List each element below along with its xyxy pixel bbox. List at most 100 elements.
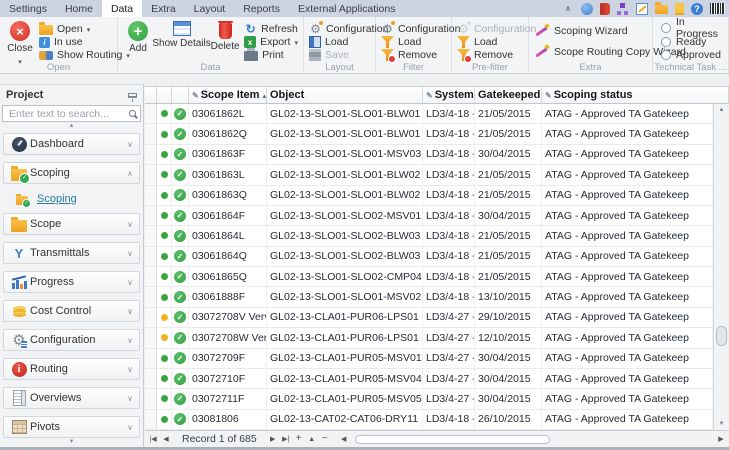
table-row[interactable]: 03081806 GL02-13-CAT02-CAT06-DRY11 ... L… [145, 410, 713, 430]
vertical-scroll-thumb[interactable] [716, 326, 727, 346]
sidebar-item[interactable]: Scope [3, 213, 140, 235]
column-header-system1[interactable]: System 1 [423, 87, 475, 103]
sidebar-item[interactable]: Pivots [3, 416, 140, 438]
prefilter-configuration-button[interactable]: Configuration [455, 22, 538, 35]
funnel-remove-icon [381, 49, 394, 61]
scroll-down-arrow-icon[interactable]: ▼ [714, 418, 729, 430]
horizontal-scroll-thumb[interactable] [355, 435, 550, 444]
gatekeeped-cell: 21/05/2015 [475, 104, 542, 123]
vertical-scrollbar[interactable]: ▲ ▼ [713, 104, 729, 430]
technical-task-radio[interactable]: Approved [661, 49, 725, 61]
gatekeeped-cell: 26/10/2015 [475, 410, 542, 429]
delete-button[interactable]: Delete [208, 19, 242, 61]
sidebar-item[interactable]: Progress [3, 271, 140, 293]
edit-icon[interactable] [636, 3, 648, 15]
filter-remove-button[interactable]: Remove [379, 49, 462, 61]
row-indicator [145, 206, 157, 225]
scope-routing-copy-wizard-button[interactable]: Scope Routing Copy Wizard [532, 43, 649, 61]
prefilter-load-button[interactable]: Load [455, 36, 538, 48]
sidebar-subitem-scoping[interactable]: Scoping [3, 190, 140, 207]
next-record-button[interactable] [268, 436, 278, 443]
check-circle-icon [174, 413, 186, 425]
help-icon[interactable] [691, 3, 703, 15]
delete-record-button[interactable] [320, 434, 330, 444]
hierarchy-icon[interactable] [617, 3, 629, 15]
sidebar-item[interactable]: Routing [3, 358, 140, 380]
ribbon-tab[interactable]: Data [102, 0, 142, 17]
ribbon-tab[interactable]: Reports [234, 0, 289, 17]
radio-icon [661, 50, 671, 60]
column-header-object[interactable]: Object [267, 87, 423, 103]
table-row[interactable]: 03061864L GL02-13-SLO01-SLO02-BLW03 ... … [145, 226, 713, 246]
sidebar-item[interactable]: Overviews [3, 387, 140, 409]
append-record-button[interactable] [294, 434, 304, 444]
filter-configuration-button[interactable]: Configuration [379, 22, 462, 35]
column-header-scoping-status[interactable]: Scoping status [542, 87, 729, 103]
filter-load-button[interactable]: Load [379, 36, 462, 48]
refresh-button[interactable]: Refresh [242, 22, 300, 35]
barcode-icon[interactable] [710, 3, 725, 14]
scroll-up-strip[interactable]: ▲ [0, 122, 143, 131]
sidebar-item[interactable]: Scoping [3, 162, 140, 184]
table-row[interactable]: 03061863Q GL02-13-SLO01-SLO01-BLW02 ... … [145, 186, 713, 206]
column-header-scope-item[interactable]: Scope Item [189, 87, 267, 103]
table-row[interactable]: 03061863F GL02-13-SLO01-SLO01-MSV03 ... … [145, 145, 713, 165]
scoping-status-cell: ATAG - Approved TA Gatekeep [542, 308, 713, 327]
table-row[interactable]: 03061864Q GL02-13-SLO01-SLO02-BLW03 ... … [145, 247, 713, 267]
pin-icon[interactable] [128, 93, 137, 98]
last-record-button[interactable] [281, 436, 291, 443]
column-header-gatekeeped[interactable]: Gatekeeped [475, 87, 542, 103]
prefilter-remove-button[interactable]: Remove [455, 49, 538, 61]
table-row[interactable]: 03072710F GL02-13-CLA01-PUR05-MSV04 ... … [145, 369, 713, 389]
first-record-button[interactable] [148, 436, 158, 443]
scroll-left-arrow-icon[interactable] [339, 436, 349, 443]
table-row[interactable]: 03072708W Verv. GL02-13-CLA01-PUR06-LPS0… [145, 328, 713, 348]
sidebar-item[interactable]: Cost Control [3, 300, 140, 322]
print-button[interactable]: Print [242, 49, 300, 61]
row-indicator [145, 410, 157, 429]
ribbon-tab[interactable]: Layout [185, 0, 235, 17]
folder-icon[interactable] [655, 5, 668, 14]
search-input[interactable] [7, 107, 126, 121]
table-row[interactable]: 03072708V Verv GL02-13-CLA01-PUR06-LPS01… [145, 308, 713, 328]
show-details-button[interactable]: Show Details [155, 19, 208, 61]
ribbon-tab[interactable]: External Applications [289, 0, 404, 17]
table-row[interactable]: 03072709F GL02-13-CLA01-PUR05-MSV01 ... … [145, 349, 713, 369]
chevron-icon [127, 278, 133, 287]
ribbon-tab[interactable]: Settings [0, 0, 56, 17]
scroll-right-arrow-icon[interactable] [716, 436, 726, 443]
export-button[interactable]: Export [242, 36, 300, 48]
table-row[interactable]: 03061865Q GL02-13-SLO01-SLO02-CMP04 ... … [145, 267, 713, 287]
add-button[interactable]: Add [121, 19, 155, 61]
globe-icon[interactable] [581, 3, 593, 15]
object-cell: GL02-13-CLA01-PUR06-LPS01 -... [267, 308, 423, 327]
table-row[interactable]: 03072711F GL02-13-CLA01-PUR05-MSV05 ... … [145, 389, 713, 409]
scroll-down-strip[interactable]: ▼ [0, 438, 143, 447]
scoping-wizard-button[interactable]: Scoping Wizard [532, 22, 649, 40]
sidebar-item[interactable]: Dashboard [3, 133, 140, 155]
horizontal-scrollbar[interactable] [339, 434, 726, 445]
sidebar-item[interactable]: Configuration [3, 329, 140, 351]
close-button[interactable]: Close [3, 19, 37, 61]
table-row[interactable]: 03061888F GL02-13-SLO01-SLO01-MSV02 ... … [145, 287, 713, 307]
scroll-up-arrow-icon[interactable]: ▲ [714, 104, 729, 116]
table-row[interactable]: 03061862Q GL02-13-SLO01-SLO01-BLW01 ... … [145, 124, 713, 144]
book-icon[interactable] [600, 3, 610, 15]
scoping-folder-check-icon [11, 169, 27, 181]
ribbon-tab[interactable]: Home [56, 0, 102, 17]
table-row[interactable]: 03061864F GL02-13-SLO01-SLO02-MSV01 ... … [145, 206, 713, 226]
table-row[interactable]: 03061862L GL02-13-SLO01-SLO01-BLW01 ... … [145, 104, 713, 124]
sidebar-item[interactable]: Transmittals [3, 242, 140, 264]
scope-item-cell: 03061862Q [189, 124, 267, 143]
previous-record-button[interactable] [161, 436, 171, 443]
search-icon[interactable] [129, 110, 136, 117]
collapse-ribbon-chevron-icon[interactable] [562, 3, 574, 15]
table-row[interactable]: 03061863L GL02-13-SLO01-SLO01-BLW02 ... … [145, 165, 713, 185]
note-icon[interactable] [675, 3, 684, 15]
technical-task-radio[interactable]: Ready [661, 36, 725, 48]
technical-task-radio[interactable]: In Progress [661, 20, 725, 35]
ribbon-tab[interactable]: Extra [142, 0, 185, 17]
check-circle-icon [174, 189, 186, 201]
edit-record-button[interactable] [307, 436, 317, 443]
check-circle-icon [174, 393, 186, 405]
